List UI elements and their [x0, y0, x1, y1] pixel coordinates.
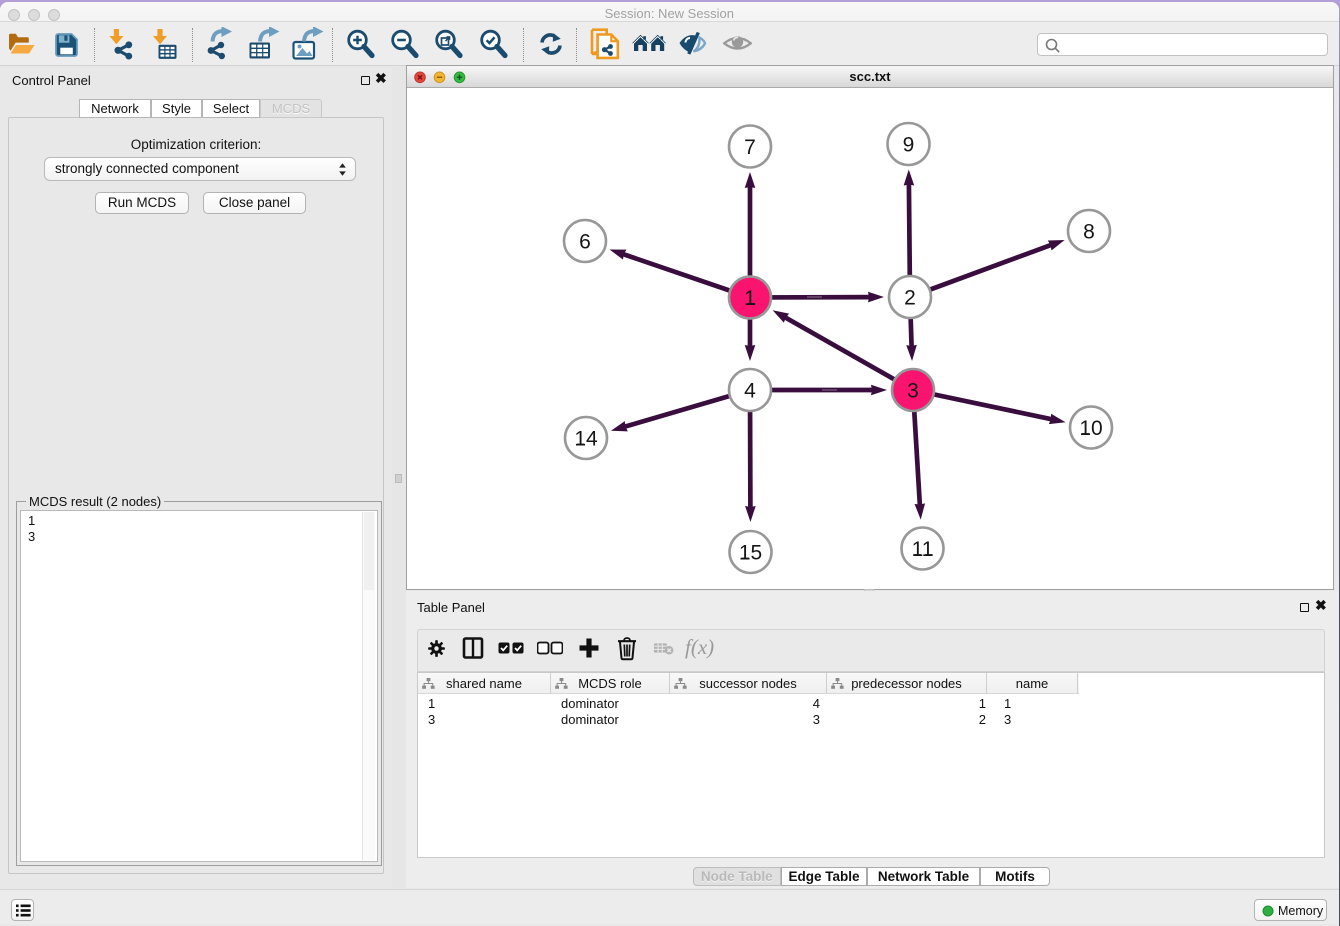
svg-text:7: 7	[744, 136, 756, 159]
svg-text:9: 9	[903, 134, 915, 157]
svg-text:2: 2	[904, 287, 916, 310]
svg-text:3: 3	[907, 380, 919, 403]
svg-text:15: 15	[739, 542, 762, 565]
svg-text:4: 4	[744, 380, 756, 403]
svg-text:11: 11	[912, 538, 934, 561]
svg-text:1: 1	[744, 287, 756, 310]
svg-text:6: 6	[579, 231, 591, 254]
svg-text:8: 8	[1083, 221, 1095, 244]
svg-text:10: 10	[1079, 417, 1102, 440]
svg-text:14: 14	[574, 428, 598, 451]
svg-text:f(x): f(x)	[685, 635, 714, 659]
